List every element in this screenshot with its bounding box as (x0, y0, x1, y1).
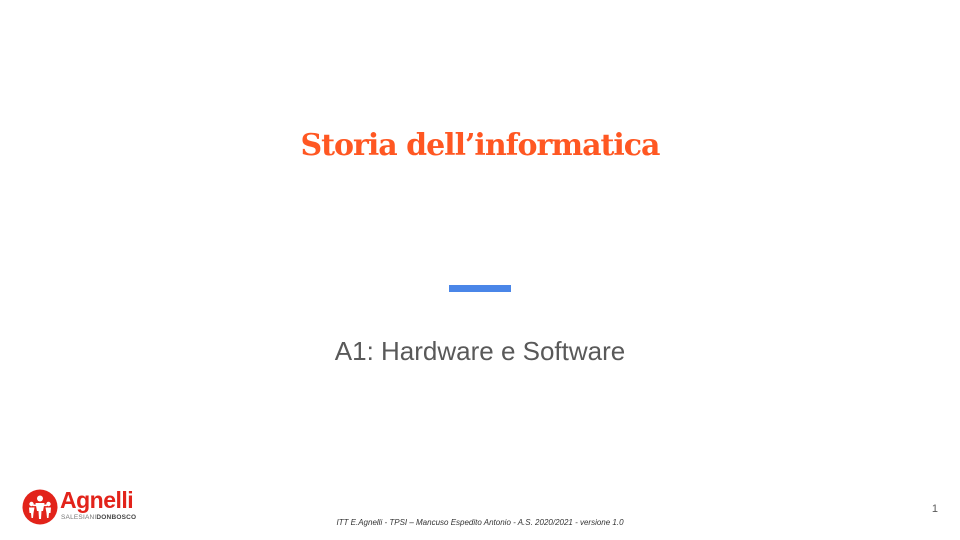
slide-title: Storia dell’informatica (300, 128, 661, 163)
title-divider (449, 285, 511, 292)
slide-footer: ITT E.Agnelli - TPSI – Mancuso Espedito … (336, 518, 624, 527)
slide-subtitle: A1: Hardware e Software (334, 336, 626, 366)
logo-name: Agnelli (60, 487, 134, 513)
page-number: 1 (931, 503, 938, 515)
slide: Storia dell’informatica A1: Hardware e S… (0, 0, 960, 540)
